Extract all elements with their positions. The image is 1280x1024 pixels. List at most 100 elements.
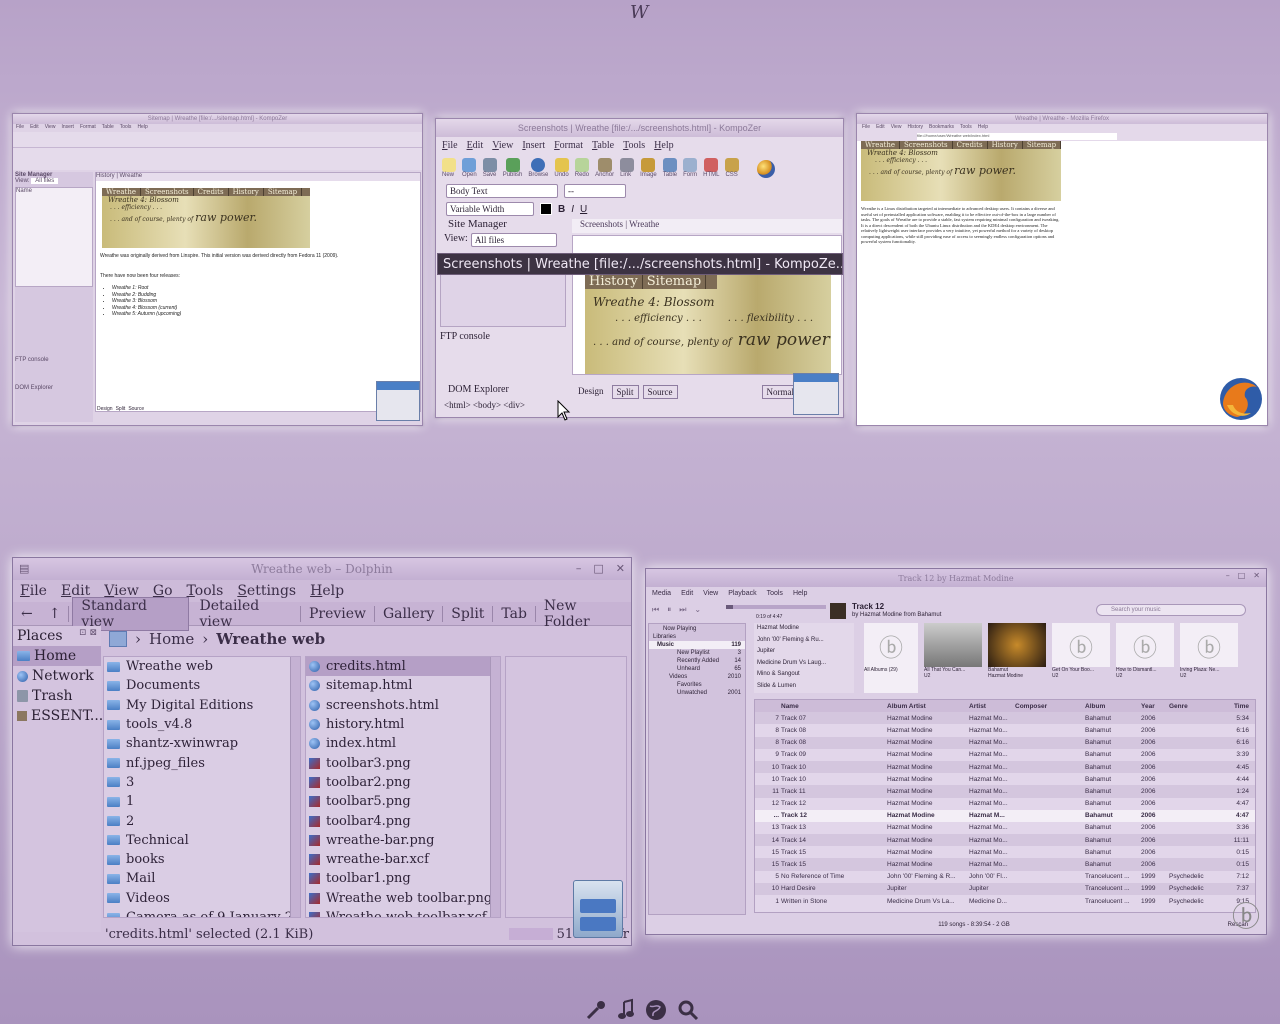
document-tab[interactable]: Screenshots | Wreathe xyxy=(572,219,842,233)
list-item[interactable]: toolbar5.png xyxy=(306,792,500,811)
doc-tab[interactable]: History | Wreathe xyxy=(96,173,420,181)
url-bar[interactable]: file:///home/user/Wreathe web/index.html xyxy=(857,133,1267,141)
search-input[interactable]: Search your music xyxy=(1096,604,1246,616)
place-essentials[interactable]: ESSENT... xyxy=(13,706,103,726)
back-icon[interactable]: ← xyxy=(13,606,41,622)
table-row[interactable]: 9 Track 09 Hazmat Modine Hazmat Mo... Bahamu… xyxy=(755,749,1255,761)
pause-icon[interactable]: ⏸ xyxy=(667,605,671,615)
amarok-window[interactable]: Track 12 by Hazmat Modine – □ ✕ Media Edit V… xyxy=(645,568,1267,935)
close-icon[interactable]: ✕ xyxy=(616,562,625,575)
list-item[interactable]: Documents xyxy=(104,676,300,695)
table-row[interactable]: 10 Track 10 Hazmat Modine Hazmat Mo... Baham… xyxy=(755,760,1255,774)
list-item[interactable]: 1 xyxy=(104,792,300,811)
table-row[interactable]: 10 Track 10 Hazmat Modine Hazmat Mo... Baham… xyxy=(755,773,1255,785)
menu-insert[interactable]: Insert xyxy=(522,140,545,151)
list-item[interactable]: wreathe-bar.xcf xyxy=(306,850,500,869)
mode-tabs[interactable]: Design Split Source xyxy=(97,406,144,412)
table-row[interactable]: 14 Track 14 Hazmat Modine Hazmat Mo... Baham… xyxy=(755,834,1255,847)
menu-file[interactable]: File xyxy=(20,583,47,599)
menu-edit[interactable]: Edit xyxy=(681,590,693,597)
close-icon[interactable]: ✕ xyxy=(1253,571,1260,580)
gallery-button[interactable]: Gallery xyxy=(375,606,442,622)
menu-format[interactable]: Format xyxy=(554,140,583,151)
up-icon[interactable]: ↑ xyxy=(41,606,69,622)
list-item[interactable]: index.html xyxy=(306,734,500,753)
place-network[interactable]: Network xyxy=(13,666,101,686)
detailed-view-button[interactable]: Detailed view xyxy=(192,598,300,630)
list-item[interactable]: Wreathe web toolbar.xcf xyxy=(306,908,500,917)
crumb-current[interactable]: Wreathe web xyxy=(216,630,325,648)
tree-item[interactable]: Favorites xyxy=(649,681,745,689)
menu-help[interactable]: Help xyxy=(793,590,807,597)
heading-select[interactable]: -- xyxy=(564,184,626,198)
scrollbar[interactable] xyxy=(490,657,500,917)
tree-item[interactable]: New Playlist 3 xyxy=(649,649,745,657)
link-button[interactable]: Link xyxy=(620,158,635,178)
tab-button[interactable]: Tab xyxy=(493,606,535,622)
list-item[interactable]: Videos xyxy=(104,889,300,908)
tree-item[interactable]: Music 119 xyxy=(649,641,745,649)
list-item[interactable]: shantz-xwinwrap xyxy=(104,734,300,753)
table-row[interactable]: 5 No Reference of Time John '00' Fleming &… xyxy=(755,871,1255,883)
menu-file[interactable]: File xyxy=(442,140,458,151)
anchor-button[interactable]: Anchor xyxy=(595,158,614,178)
split-tab[interactable]: Split xyxy=(611,385,639,399)
minimize-icon[interactable]: – xyxy=(576,562,582,575)
menu-table[interactable]: Table xyxy=(592,140,614,151)
panel-close-icon[interactable]: ⊡ ⊠ xyxy=(79,628,97,644)
table-row[interactable]: 1 Written in Stone Medicine Drum Vs La... M… xyxy=(755,895,1255,907)
menu-tools[interactable]: Tools xyxy=(767,590,783,597)
album-tile[interactable]: ⓑ Irving Plaza: Ne... U2 xyxy=(1180,623,1238,693)
save-button[interactable]: Save xyxy=(482,158,497,178)
table-row[interactable]: 15 Track 15 Hazmat Modine Hazmat Mo... Baham… xyxy=(755,846,1255,858)
dolphin-titlebar[interactable]: ▤ Wreathe web – Dolphin – □ ✕ xyxy=(13,558,631,580)
split-button[interactable]: Split xyxy=(443,606,492,622)
table-row[interactable]: 8 Track 08 Hazmat Modine Hazmat Mo... Bahamu… xyxy=(755,724,1255,736)
table-row[interactable]: 7 Track 07 Hazmat Modine Hazmat Mo... Bahamu… xyxy=(755,712,1255,725)
table-row[interactable]: 13 Track 13 Hazmat Modine Hazmat Mo... Baham… xyxy=(755,822,1255,834)
album-tile[interactable]: ⓑ Get On Your Boo... U2 xyxy=(1052,623,1110,693)
table-row[interactable]: ... Track 12 Hazmat Modine Hazmat M... Baham… xyxy=(755,809,1255,822)
css-button[interactable]: CSS xyxy=(725,158,740,178)
microphone-icon[interactable] xyxy=(584,998,608,1022)
music-note-icon[interactable] xyxy=(616,998,636,1022)
list-item[interactable]: credits.html xyxy=(306,657,500,677)
table-row[interactable]: 12 Track 12 Hazmat Modine Hazmat Mo... Baham… xyxy=(755,798,1255,810)
list-item[interactable]: nf.jpeg_files xyxy=(104,753,300,772)
album-tile[interactable]: Bahamut Hazmat Modine xyxy=(988,623,1046,693)
menu-playback[interactable]: Playback xyxy=(728,590,756,597)
font-select[interactable]: Variable Width xyxy=(446,202,534,216)
preview-button[interactable]: Preview xyxy=(301,606,374,622)
amarok-titlebar[interactable]: Track 12 by Hazmat Modine – □ ✕ xyxy=(646,569,1266,587)
window-thumbnail-firefox[interactable]: Wreathe | Wreathe - Mozilla Firefox File… xyxy=(856,113,1268,426)
list-item[interactable]: 3 xyxy=(104,773,300,792)
place-trash[interactable]: Trash xyxy=(13,686,101,706)
new-button[interactable]: New xyxy=(442,158,456,178)
undo-button[interactable]: Undo xyxy=(554,158,569,178)
list-item[interactable]: wreathe-bar.png xyxy=(306,831,500,850)
search-icon[interactable] xyxy=(676,998,700,1022)
previous-icon[interactable]: ⏮ xyxy=(652,605,659,615)
redo-button[interactable]: Redo xyxy=(575,158,589,178)
folder-column[interactable]: Wreathe web Documents My Digital Edition… xyxy=(103,656,301,918)
file-tree[interactable] xyxy=(440,267,566,327)
list-item[interactable]: toolbar3.png xyxy=(306,753,500,772)
editor-area[interactable]: History | Wreathe Wreathe Screenshots Cred… xyxy=(95,172,421,412)
next-icon[interactable]: ⏭ xyxy=(679,605,686,615)
list-item[interactable]: 2 xyxy=(104,811,300,830)
text-color-swatch[interactable] xyxy=(540,203,552,215)
list-item[interactable]: Mail xyxy=(104,869,300,888)
list-item[interactable]: toolbar4.png xyxy=(306,811,500,830)
window-thumbnail-kompozer-sitemap[interactable]: Sitemap | Wreathe [file:/.../sitemap.htm… xyxy=(12,113,423,426)
table-row[interactable]: 15 Track 15 Hazmat Modine Hazmat Mo... Baham… xyxy=(755,858,1255,871)
table-row[interactable]: 11 Track 11 Hazmat Modine Hazmat Mo... Baham… xyxy=(755,785,1255,798)
home-icon[interactable] xyxy=(109,631,127,647)
album-tile[interactable]: ⓑ How to Dismantl... U2 xyxy=(1116,623,1174,693)
minimize-icon[interactable]: – xyxy=(1226,571,1230,580)
bold-button[interactable]: B xyxy=(558,204,565,215)
table-button[interactable]: Table xyxy=(663,158,677,178)
menu-media[interactable]: Media xyxy=(652,590,671,597)
menu-view[interactable]: View xyxy=(492,140,513,151)
table-row[interactable]: 10 Hard Desire Jupiter Jupiter Trancelucent … xyxy=(755,882,1255,895)
browse-button[interactable]: Browse xyxy=(528,158,548,178)
